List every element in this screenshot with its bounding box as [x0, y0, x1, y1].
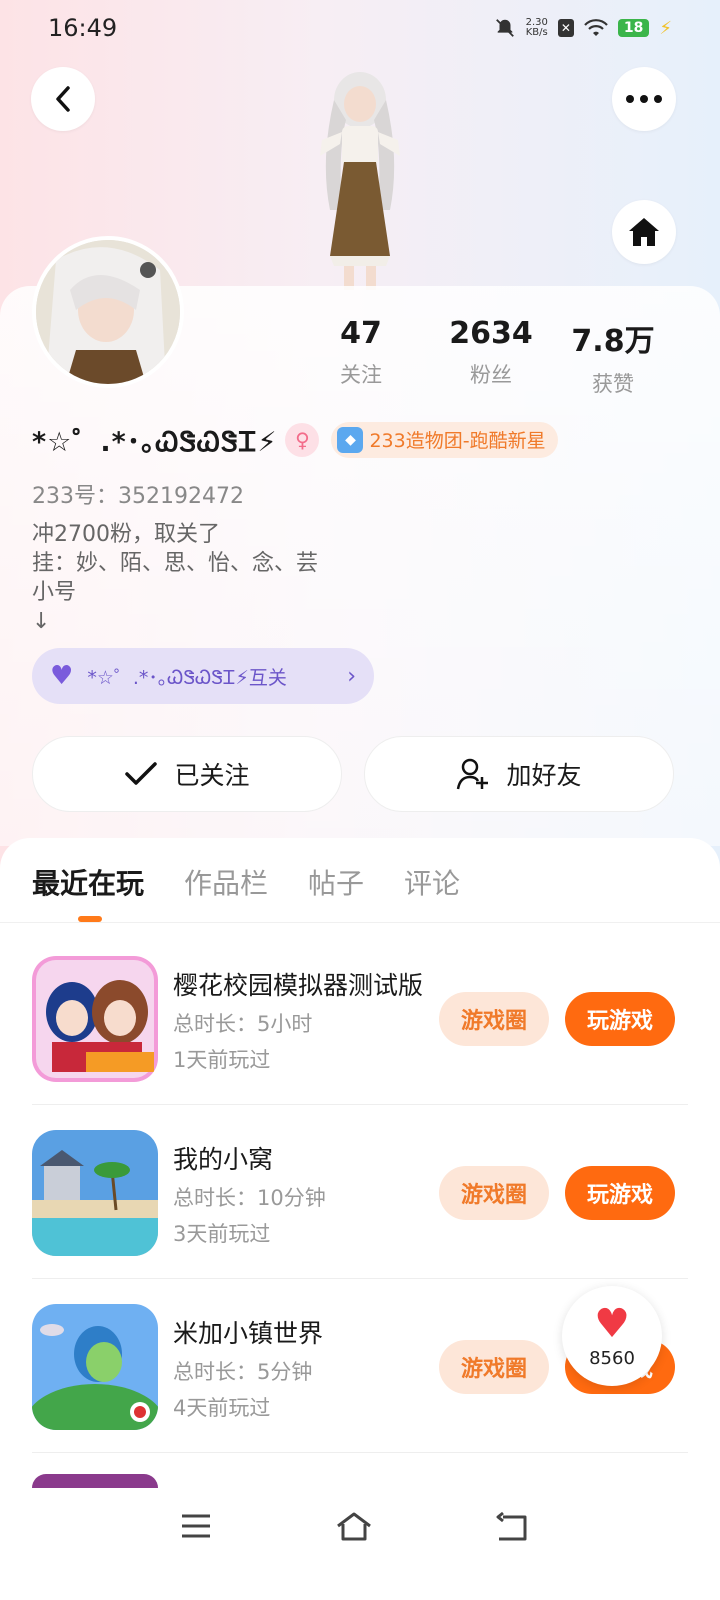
network-speed: 2.30 KB/s: [525, 17, 548, 38]
game-last-played: 1天前玩过: [173, 1048, 271, 1072]
game-title: 樱花校园模拟器测试版: [173, 971, 423, 1000]
group-badge[interactable]: ◆ 233造物团-跑酷新星: [331, 421, 558, 458]
back-arrow-icon: [496, 1511, 527, 1541]
game-title: 我的小窝: [173, 1145, 274, 1174]
heart-icon: ♥: [594, 1300, 630, 1347]
add-friend-button[interactable]: 加好友: [364, 736, 674, 812]
play-game-button[interactable]: 玩游戏: [565, 1166, 675, 1220]
game-circle-button[interactable]: 游戏圈: [439, 1340, 549, 1394]
charging-icon: ⚡: [659, 17, 672, 39]
game-duration: 总时长：5小时: [173, 1012, 313, 1036]
stat-label: 粉丝: [470, 363, 512, 387]
home-outline-icon: [337, 1512, 371, 1541]
tab-posts[interactable]: 帖子: [308, 862, 364, 902]
tab-recently-played[interactable]: 最近在玩: [32, 862, 144, 902]
divider: [32, 1104, 688, 1105]
status-time: 16:49: [48, 14, 118, 42]
avatar[interactable]: [32, 236, 184, 388]
stat-likes[interactable]: 7.8万 获赞: [552, 316, 674, 398]
home-nav-button[interactable]: [334, 1506, 374, 1546]
followed-label: 已关注: [174, 761, 250, 790]
recent-apps-button[interactable]: [176, 1506, 216, 1546]
like-floating-button[interactable]: ♥ 8560: [562, 1286, 662, 1386]
list-item[interactable]: 我的小窝 总时长：10分钟 3天前玩过 游戏圈 玩游戏: [32, 1130, 688, 1304]
chevron-left-icon: [56, 86, 70, 112]
divider: [32, 1452, 688, 1453]
avatar-image: [36, 240, 180, 384]
wifi-icon: [584, 19, 608, 36]
stat-value: 2634: [449, 316, 533, 351]
bio-line: 小号: [32, 580, 77, 605]
bio-line: ↓: [32, 609, 51, 634]
profile-tabs: 最近在玩 作品栏 帖子 评论: [32, 862, 460, 902]
game-duration: 总时长：5分钟: [173, 1360, 313, 1384]
add-user-icon: [457, 758, 489, 790]
game-icon-my-nest: [32, 1130, 158, 1256]
user-id: 233号：352192472: [32, 484, 244, 509]
back-nav-button[interactable]: [492, 1506, 532, 1546]
stat-label: 获赞: [592, 372, 634, 396]
stat-value: 47: [340, 316, 382, 351]
status-icons: 2.30 KB/s ✕ 18 ⚡: [494, 17, 672, 39]
play-game-button[interactable]: 玩游戏: [565, 992, 675, 1046]
game-last-played: 4天前玩过: [173, 1396, 271, 1420]
nickname: *☆゜.*･｡ᏇᏕᏇᏕᏆ⚡: [32, 427, 278, 458]
divider: [0, 922, 720, 923]
bio: 冲2700粉，取关了 挂：妙、陌、思、怡、念、芸 小号 ↓: [32, 520, 318, 636]
stat-followers[interactable]: 2634 粉丝: [430, 316, 552, 398]
status-bar: 16:49 2.30 KB/s ✕ 18 ⚡: [0, 0, 720, 56]
game-circle-button[interactable]: 游戏圈: [439, 992, 549, 1046]
bio-line: 冲2700粉，取关了: [32, 522, 220, 547]
like-count: 8560: [589, 1347, 635, 1369]
notifications-off-icon: [495, 19, 514, 37]
gender-female-icon: ♀: [285, 422, 320, 457]
game-icon-sakura: [32, 956, 158, 1082]
game-icon-partial: [32, 1474, 158, 1488]
bio-line: 挂：妙、陌、思、怡、念、芸: [32, 551, 319, 576]
heart-icon: ♥: [50, 661, 74, 691]
stat-label: 关注: [340, 363, 382, 387]
stat-following[interactable]: 47 关注: [300, 316, 422, 398]
followed-button[interactable]: 已关注: [32, 736, 342, 812]
back-button[interactable]: [31, 67, 95, 131]
mutual-follow-label: *☆゜.*･｡ᏇᏕᏇᏕᏆ⚡互关: [87, 666, 287, 689]
game-icon-miga-town: [32, 1304, 158, 1430]
battery-indicator: 18: [617, 19, 650, 37]
home-space-button[interactable]: [612, 200, 676, 264]
stat-value: 7.8万: [571, 324, 655, 359]
divider: [32, 1278, 688, 1279]
game-circle-button[interactable]: 游戏圈: [439, 1166, 549, 1220]
list-item[interactable]: 樱花校园模拟器测试版 总时长：5小时 1天前玩过 游戏圈 玩游戏: [32, 956, 688, 1130]
tab-works[interactable]: 作品栏: [184, 862, 268, 902]
more-dots-icon: [626, 95, 662, 103]
game-last-played: 3天前玩过: [173, 1222, 271, 1246]
nickname-row: *☆゜.*･｡ᏇᏕᏇᏕᏆ⚡ ♀ ◆ 233造物团-跑酷新星: [32, 420, 558, 459]
profile-stats: 47 关注 2634 粉丝 7.8万 获赞: [300, 316, 700, 398]
menu-icon: [182, 1514, 210, 1538]
close-box-icon: ✕: [557, 19, 574, 37]
game-title: 米加小镇世界: [173, 1319, 324, 1348]
add-friend-label: 加好友: [506, 761, 582, 790]
mutual-follow-chip[interactable]: ♥ *☆゜.*･｡ᏇᏕᏇᏕᏆ⚡互关 ›: [32, 648, 374, 704]
chevron-right-icon: ›: [347, 663, 356, 689]
check-icon: [125, 762, 158, 785]
avatar-character-figure: [320, 72, 400, 290]
group-cube-icon: ◆: [337, 426, 364, 453]
group-badge-label: 233造物团-跑酷新星: [369, 430, 546, 452]
more-options-button[interactable]: [612, 67, 676, 131]
game-duration: 总时长：10分钟: [173, 1186, 326, 1210]
tab-comments[interactable]: 评论: [404, 862, 460, 902]
home-icon: [629, 218, 659, 246]
